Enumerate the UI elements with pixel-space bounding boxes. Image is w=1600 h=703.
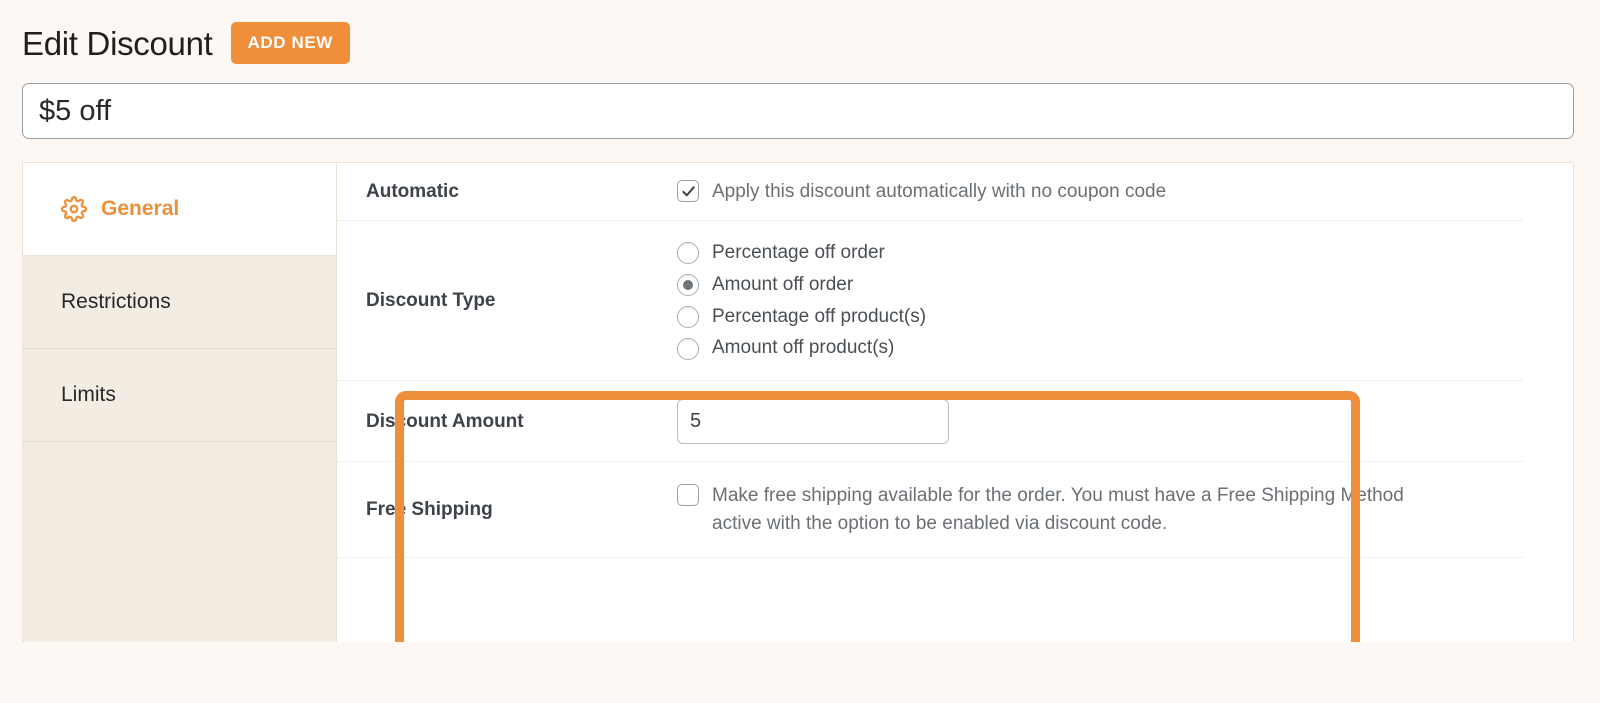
- radio-amount-off-order[interactable]: [677, 274, 699, 297]
- free-shipping-label: Free Shipping: [366, 499, 493, 520]
- radio-label-percentage-off-order: Percentage off order: [712, 241, 885, 263]
- radio-option-percentage-off-products[interactable]: Percentage off product(s): [677, 306, 926, 329]
- discount-type-radio-group: Percentage off order Amount off order Pe…: [677, 242, 926, 360]
- radio-percentage-off-products[interactable]: [677, 305, 699, 328]
- discount-amount-label: Discount Amount: [366, 410, 524, 432]
- radio-option-amount-off-order[interactable]: Amount off order: [677, 274, 926, 297]
- add-new-button[interactable]: ADD NEW: [230, 22, 350, 64]
- radio-label-percentage-off-products: Percentage off product(s): [712, 305, 927, 327]
- discount-type-label: Discount Type: [366, 290, 496, 311]
- automatic-checkbox-label: Apply this discount automatically with n…: [712, 181, 1167, 203]
- settings-form-area: Automatic Apply this discount automatica…: [337, 163, 1573, 642]
- discount-settings-panel: General Restrictions Limits Automatic Ap…: [22, 162, 1574, 642]
- form-row-automatic: Automatic Apply this discount automatica…: [337, 163, 1523, 221]
- sidebar-item-general[interactable]: General: [23, 163, 336, 256]
- sidebar-item-label-general: General: [101, 197, 180, 220]
- gear-icon: [61, 196, 87, 222]
- form-row-discount-amount: Discount Amount: [337, 381, 1523, 462]
- automatic-checkbox[interactable]: [677, 180, 699, 203]
- radio-amount-off-products[interactable]: [677, 337, 699, 360]
- sidebar-item-label-restrictions: Restrictions: [61, 290, 171, 313]
- sidebar-filler: [23, 442, 336, 642]
- radio-option-percentage-off-order[interactable]: Percentage off order: [677, 242, 926, 265]
- sidebar-item-limits[interactable]: Limits: [23, 349, 336, 442]
- settings-sidebar: General Restrictions Limits: [23, 163, 337, 642]
- form-row-free-shipping: Free Shipping Make free shipping availab…: [337, 462, 1523, 558]
- discount-amount-input[interactable]: [677, 399, 949, 444]
- sidebar-item-restrictions[interactable]: Restrictions: [23, 256, 336, 349]
- sidebar-item-label-limits: Limits: [61, 383, 116, 406]
- radio-label-amount-off-order: Amount off order: [712, 273, 854, 295]
- form-row-discount-type: Discount Type Percentage off order Amoun…: [337, 221, 1523, 381]
- automatic-label: Automatic: [366, 181, 459, 202]
- discount-name-field-wrapper: [0, 66, 1600, 139]
- free-shipping-checkbox[interactable]: [677, 484, 699, 507]
- radio-label-amount-off-products: Amount off product(s): [712, 337, 895, 359]
- radio-option-amount-off-products[interactable]: Amount off product(s): [677, 337, 926, 360]
- free-shipping-checkbox-label: Make free shipping available for the ord…: [712, 485, 1404, 534]
- page-header: Edit Discount ADD NEW: [0, 0, 1600, 66]
- radio-percentage-off-order[interactable]: [677, 242, 699, 265]
- page-title: Edit Discount: [22, 24, 213, 62]
- discount-name-input[interactable]: [22, 83, 1574, 139]
